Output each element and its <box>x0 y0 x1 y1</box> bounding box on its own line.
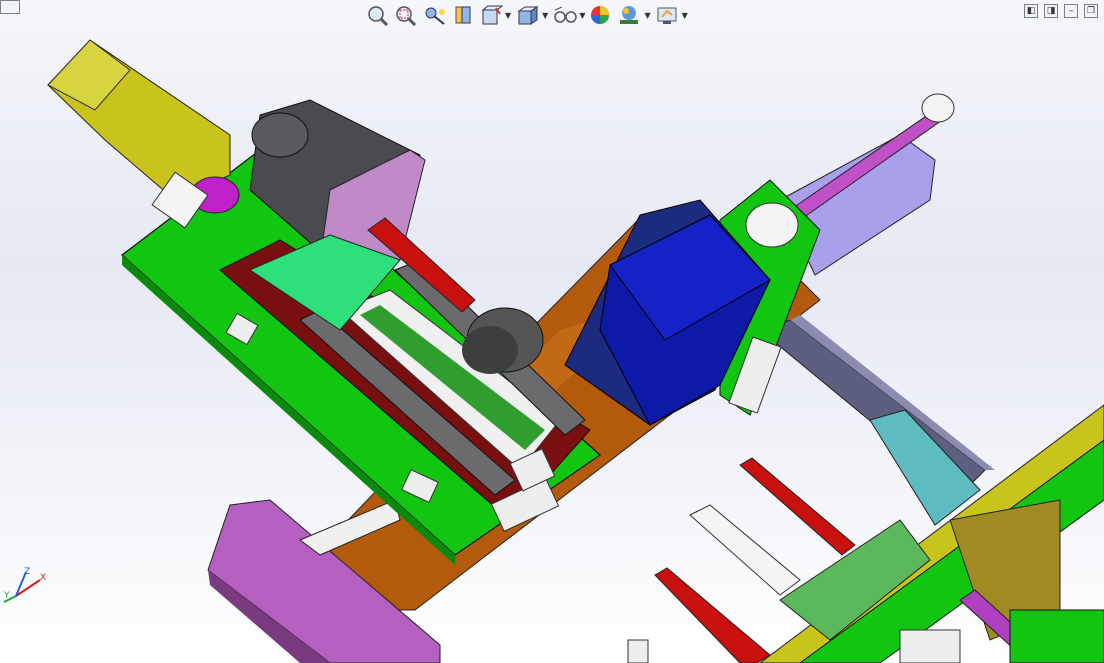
previous-view-icon <box>425 7 445 25</box>
triad-z-label: Z <box>24 567 30 577</box>
zoom-to-area-button[interactable] <box>394 3 418 27</box>
apply-scene-dropdown-icon[interactable]: ▼ <box>644 11 650 20</box>
hide-show-items-dropdown-icon[interactable]: ▼ <box>579 11 585 20</box>
display-style-dropdown-icon[interactable]: ▼ <box>542 11 548 20</box>
view-settings-dropdown-icon[interactable]: ▼ <box>682 11 688 20</box>
view-orientation-dropdown-icon[interactable]: ▼ <box>505 11 511 20</box>
tile-left-icon[interactable]: ◧ <box>1024 4 1038 18</box>
minimize-icon[interactable]: – <box>1064 4 1078 18</box>
triad-y-label: Y <box>3 591 10 601</box>
previous-view-button[interactable] <box>422 3 448 27</box>
tile-right-icon[interactable]: ◨ <box>1044 4 1058 18</box>
restore-icon[interactable]: ❐ <box>1084 4 1098 18</box>
feature-tree-toggle-icon[interactable] <box>0 0 20 14</box>
display-style-icon <box>517 6 539 25</box>
zoom-to-area-icon <box>396 6 417 26</box>
viewport-window-controls: ◧ ◨ – ❐ <box>1024 4 1098 18</box>
red-cylinder-upper <box>739 457 856 556</box>
red-cylinder-lower <box>654 567 771 663</box>
reference-triad: X Z Y <box>3 567 46 603</box>
apply-scene-icon <box>620 6 639 24</box>
zoom-to-fit-icon <box>368 6 389 26</box>
view-orientation-icon <box>481 5 504 25</box>
view-orientation-button[interactable]: ▼ <box>480 3 511 27</box>
hide-show-items-icon <box>554 6 578 23</box>
zoom-to-fit-button[interactable] <box>366 3 390 27</box>
edit-appearance-button[interactable] <box>589 3 613 27</box>
assembly-model[interactable] <box>0 0 1104 663</box>
edit-appearance-icon <box>591 6 610 24</box>
triad-x-label: X <box>40 573 46 583</box>
display-style-button[interactable]: ▼ <box>515 3 548 27</box>
hide-show-items-button[interactable]: ▼ <box>552 3 585 27</box>
section-view-button[interactable] <box>452 3 476 27</box>
heads-up-view-toolbar: ▼ ▼ ▼ ▼ ▼ <box>366 2 688 28</box>
section-view-icon <box>455 6 471 24</box>
graphics-viewport[interactable] <box>0 0 1104 663</box>
apply-scene-button[interactable]: ▼ <box>617 3 651 27</box>
view-settings-button[interactable]: ▼ <box>655 3 688 27</box>
view-settings-icon <box>657 7 677 24</box>
